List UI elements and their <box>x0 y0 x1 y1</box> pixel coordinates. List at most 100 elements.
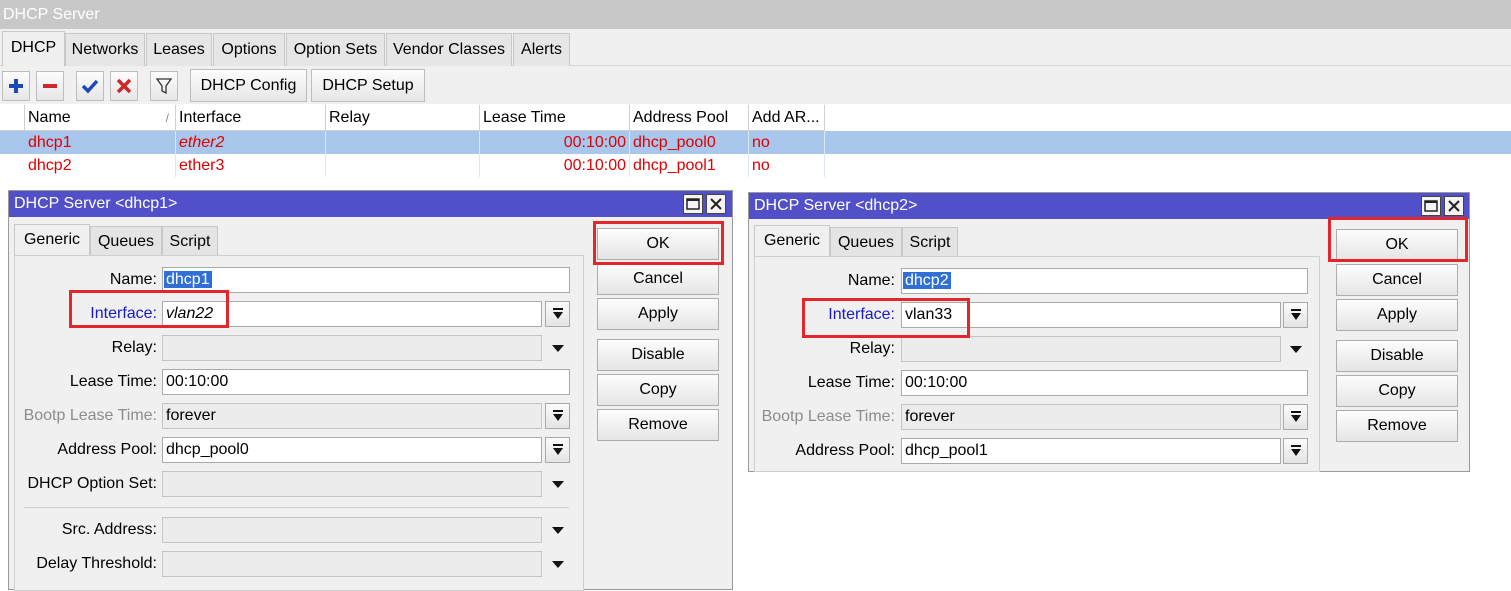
cancel-button[interactable]: Cancel <box>1336 264 1458 296</box>
dropdown-icon <box>552 410 563 421</box>
interface-label[interactable]: Interface: <box>17 301 157 327</box>
close-button[interactable] <box>706 194 726 214</box>
tab-generic[interactable]: Generic <box>14 224 90 255</box>
table-row[interactable]: dhcp2 ether3 00:10:00 dhcp_pool1 no <box>0 154 1511 177</box>
address-pool-dropdown[interactable] <box>545 437 570 463</box>
option-set-field[interactable] <box>162 471 542 497</box>
tab-queues[interactable]: Queues <box>90 226 162 255</box>
cell-name: dhcp2 <box>25 154 176 177</box>
chevron-down-icon <box>551 481 564 488</box>
option-set-dropdown[interactable] <box>545 471 570 497</box>
lease-time-field[interactable]: 00:10:00 <box>901 370 1308 396</box>
delay-threshold-dropdown[interactable] <box>545 551 570 577</box>
lease-time-label: Lease Time: <box>69 373 157 390</box>
name-field[interactable]: dhcp1 <box>162 267 570 293</box>
interface-dropdown[interactable] <box>545 301 570 327</box>
column-header-address-pool[interactable]: Address Pool <box>630 105 749 131</box>
maximize-icon <box>686 198 700 210</box>
cell-add-arp: no <box>749 154 825 177</box>
relay-field[interactable] <box>162 335 542 361</box>
disable-button[interactable] <box>110 71 138 101</box>
filter-button[interactable] <box>150 71 178 101</box>
dhcp-setup-button[interactable]: DHCP Setup <box>311 69 425 102</box>
tab-script[interactable]: Script <box>162 226 218 255</box>
bootp-dropdown[interactable] <box>1283 404 1308 430</box>
name-field[interactable]: dhcp2 <box>901 268 1308 294</box>
column-header-relay[interactable]: Relay <box>326 105 480 131</box>
bootp-lease-time-label: Bootp Lease Time: <box>23 407 157 424</box>
maximize-button[interactable] <box>1421 196 1441 216</box>
lease-time-field[interactable]: 00:10:00 <box>162 369 570 395</box>
dropdown-icon <box>552 308 563 319</box>
interface-label[interactable]: Interface: <box>755 302 895 328</box>
column-header-add-arp[interactable]: Add AR... <box>749 105 825 131</box>
chevron-down-icon <box>1289 346 1302 353</box>
ok-button[interactable]: OK <box>1336 229 1458 261</box>
tab-dhcp[interactable]: DHCP <box>2 31 65 66</box>
chevron-down-icon <box>551 345 564 352</box>
close-icon <box>1448 200 1460 212</box>
address-pool-label: Address Pool: <box>795 442 895 459</box>
name-label: Name: <box>847 272 895 289</box>
relay-dropdown[interactable] <box>1283 336 1308 362</box>
copy-button[interactable]: Copy <box>597 374 719 406</box>
tab-script[interactable]: Script <box>902 227 958 256</box>
dialog-title: DHCP Server <dhcp1> <box>9 191 732 217</box>
close-icon <box>710 198 722 210</box>
interface-field[interactable]: vlan33 <box>901 302 1281 328</box>
enable-button[interactable] <box>76 71 104 101</box>
cancel-button[interactable]: Cancel <box>597 263 719 295</box>
cell-lease-time: 00:10:00 <box>480 154 630 177</box>
sort-icon: / <box>165 111 169 125</box>
cell-add-arp: no <box>749 131 825 154</box>
table-row[interactable]: dhcp1 ether2 00:10:00 dhcp_pool0 no <box>0 131 1511 154</box>
window-title: DHCP Server <box>0 0 1511 29</box>
apply-button[interactable]: Apply <box>597 298 719 330</box>
maximize-button[interactable] <box>683 194 703 214</box>
column-header-lease-time[interactable]: Lease Time <box>480 105 630 131</box>
dropdown-icon <box>1290 445 1301 456</box>
address-pool-field[interactable]: dhcp_pool1 <box>901 438 1281 464</box>
src-address-dropdown[interactable] <box>545 517 570 543</box>
lease-time-label: Lease Time: <box>807 374 895 391</box>
dhcp-config-button[interactable]: DHCP Config <box>190 69 307 102</box>
tab-generic[interactable]: Generic <box>754 225 830 256</box>
toolbar: DHCP Config DHCP Setup <box>0 66 1511 104</box>
tab-vendor-classes[interactable]: Vendor Classes <box>386 33 512 66</box>
tab-options[interactable]: Options <box>213 33 285 66</box>
disable-button[interactable]: Disable <box>597 339 719 371</box>
tab-alerts[interactable]: Alerts <box>513 33 570 66</box>
address-pool-field[interactable]: dhcp_pool0 <box>162 437 542 463</box>
chevron-down-icon <box>551 527 564 534</box>
add-button[interactable] <box>2 71 30 101</box>
bootp-lease-time-field[interactable]: forever <box>901 404 1281 430</box>
delay-threshold-label: Delay Threshold: <box>36 555 157 572</box>
bootp-lease-time-field[interactable]: forever <box>162 403 542 429</box>
column-header-blank <box>0 105 25 131</box>
close-button[interactable] <box>1444 196 1464 216</box>
relay-dropdown[interactable] <box>545 335 570 361</box>
interface-field[interactable]: vlan22 <box>162 301 542 327</box>
src-address-field[interactable] <box>162 517 542 543</box>
column-header-name[interactable]: Name / <box>25 105 176 131</box>
tab-networks[interactable]: Networks <box>65 33 145 66</box>
ok-button[interactable]: OK <box>597 228 719 260</box>
disable-button[interactable]: Disable <box>1336 340 1458 372</box>
bootp-dropdown[interactable] <box>545 403 570 429</box>
delay-threshold-field[interactable] <box>162 551 542 577</box>
apply-button[interactable]: Apply <box>1336 299 1458 331</box>
remove-button[interactable] <box>36 71 64 101</box>
tab-leases[interactable]: Leases <box>146 33 212 66</box>
tab-option-sets[interactable]: Option Sets <box>286 33 385 66</box>
address-pool-dropdown[interactable] <box>1283 438 1308 464</box>
copy-button[interactable]: Copy <box>1336 375 1458 407</box>
address-pool-label: Address Pool: <box>57 441 157 458</box>
remove-button[interactable]: Remove <box>597 409 719 441</box>
remove-button[interactable]: Remove <box>1336 410 1458 442</box>
interface-dropdown[interactable] <box>1283 302 1308 328</box>
remove-icon <box>43 84 57 88</box>
relay-field[interactable] <box>901 336 1281 362</box>
column-header-interface[interactable]: Interface <box>176 105 326 131</box>
relay-label: Relay: <box>849 340 895 357</box>
tab-queues[interactable]: Queues <box>830 227 902 256</box>
